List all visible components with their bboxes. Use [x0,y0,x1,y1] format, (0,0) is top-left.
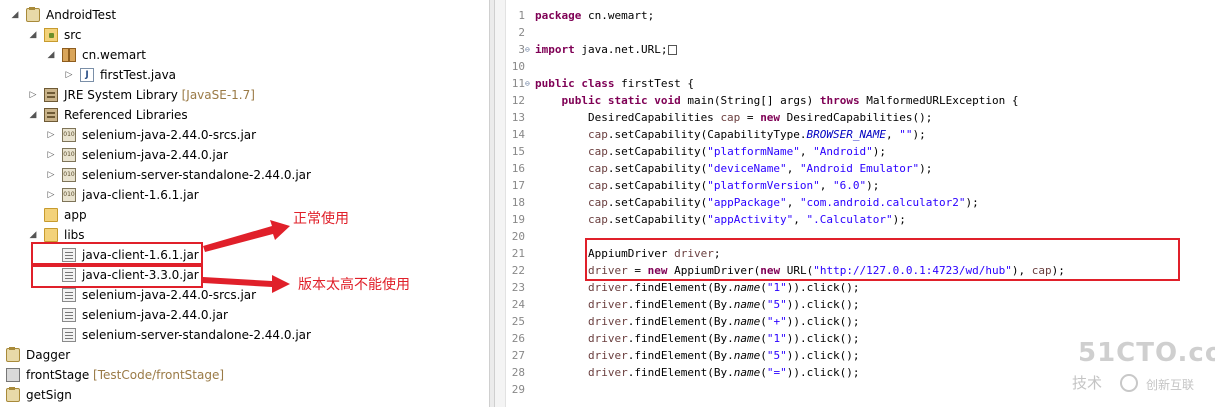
code-line[interactable]: cap.setCapability("appActivity", ".Calcu… [535,211,906,228]
fold-collapse-icon[interactable]: ⊖ [525,75,530,92]
line-number: 11 [511,77,525,90]
line-number: 10 [511,60,525,73]
line-number: 18 [511,196,525,209]
annotation-normal-use: 正常使用 [293,211,349,227]
watermark-brand: 51CTO.com [1078,338,1215,368]
line-number: 1 [518,9,525,22]
arrow-normal-icon [203,220,290,252]
code-line[interactable]: cap.setCapability("platformName", "Andro… [535,143,886,160]
line-number: 26 [511,332,525,345]
line-number: 19 [511,213,525,226]
code-line[interactable]: driver.findElement(By.name("=")).click()… [535,364,860,381]
line-number: 29 [511,383,525,396]
line-number: 23 [511,281,525,294]
code-line[interactable]: cap.setCapability("appPackage", "com.and… [535,194,979,211]
code-line[interactable]: cap.setCapability("platformVersion", "6.… [535,177,879,194]
line-number: 28 [511,366,525,379]
code-line[interactable]: driver.findElement(By.name("1")).click()… [535,330,860,347]
annotation-version-too-high: 版本太高不能使用 [298,277,410,293]
code-line[interactable]: driver.findElement(By.name("5")).click()… [535,347,860,364]
code-line[interactable]: driver.findElement(By.name("+")).click()… [535,313,860,330]
arrow-too-high-icon [203,275,290,293]
annotation-arrows [203,220,290,293]
code-line[interactable]: cap.setCapability("deviceName", "Android… [535,160,932,177]
line-number: 3 [518,43,525,56]
code-line[interactable]: public class firstTest { [535,75,694,92]
code-line[interactable]: driver.findElement(By.name("5")).click()… [535,296,860,313]
watermark-tech: 技术 [1072,374,1103,392]
line-number: 17 [511,179,525,192]
code-line[interactable]: DesiredCapabilities cap = new DesiredCap… [535,109,932,126]
line-number: 12 [511,94,525,107]
line-number: 24 [511,298,525,311]
line-number: 13 [511,111,525,124]
watermark-company: 创新互联 [1146,378,1195,392]
line-number: 27 [511,349,525,362]
line-number: 2 [518,26,525,39]
watermark-logo-icon [1120,374,1138,392]
folded-imports-icon [668,45,678,55]
code-line[interactable]: public static void main(String[] args) t… [535,92,1019,109]
line-number: 20 [511,230,525,243]
line-number: 25 [511,315,525,328]
line-number: 15 [511,145,525,158]
line-number: 14 [511,128,525,141]
fold-expand-icon[interactable]: ⊖ [525,41,530,58]
code-line[interactable]: import java.net.URL; [535,41,678,58]
code-line[interactable]: driver.findElement(By.name("1")).click()… [535,279,860,296]
highlight-box-driver [585,238,1180,281]
line-number: 21 [511,247,525,260]
code-line[interactable]: cap.setCapability(CapabilityType.BROWSER… [535,126,926,143]
line-number: 16 [511,162,525,175]
code-line[interactable]: package cn.wemart; [535,7,654,24]
line-number: 22 [511,264,525,277]
